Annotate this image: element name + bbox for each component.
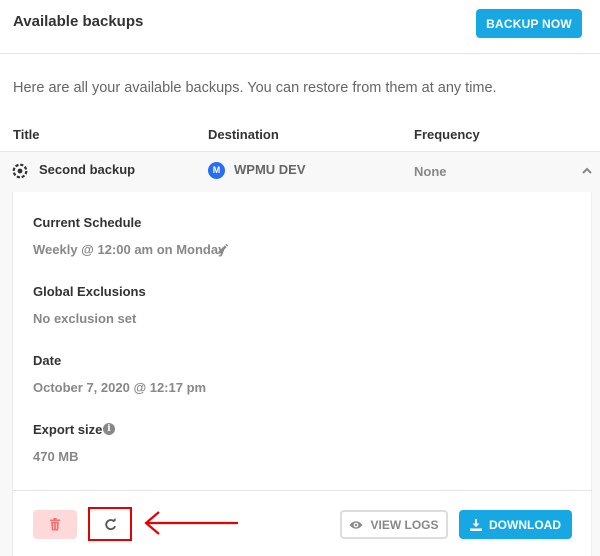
download-button[interactable]: DOWNLOAD bbox=[459, 510, 572, 539]
current-schedule-label: Current Schedule bbox=[33, 215, 142, 230]
delete-button[interactable] bbox=[33, 510, 77, 539]
download-label: DOWNLOAD bbox=[489, 517, 561, 532]
intro-text: Here are all your available backups. You… bbox=[13, 80, 497, 96]
column-header-frequency: Frequency bbox=[414, 127, 480, 142]
column-header-destination: Destination bbox=[208, 127, 279, 142]
info-icon[interactable]: i bbox=[103, 423, 115, 435]
backup-gear-icon bbox=[12, 163, 28, 179]
annotation-arrow bbox=[144, 511, 238, 535]
trash-icon bbox=[50, 518, 60, 531]
global-exclusions-value: No exclusion set bbox=[33, 311, 137, 326]
divider bbox=[12, 490, 592, 491]
restore-icon bbox=[104, 517, 116, 530]
export-size-value: 470 MB bbox=[33, 449, 79, 464]
pencil-icon[interactable] bbox=[216, 243, 229, 256]
backup-title: Second backup bbox=[39, 162, 136, 177]
wpmu-dev-icon: M bbox=[208, 162, 225, 179]
backup-now-button[interactable]: BACKUP NOW bbox=[476, 9, 582, 38]
page-title: Available backups bbox=[13, 13, 144, 30]
backup-row[interactable]: Second backup M WPMU DEV None bbox=[0, 152, 600, 192]
header: Available backups BACKUP NOW bbox=[0, 0, 600, 54]
eye-icon bbox=[349, 520, 363, 529]
backup-frequency: None bbox=[414, 164, 447, 179]
backup-destination: WPMU DEV bbox=[234, 162, 306, 177]
global-exclusions-label: Global Exclusions bbox=[33, 284, 146, 299]
export-size-label: Export size bbox=[33, 422, 103, 437]
column-header-title: Title bbox=[13, 127, 40, 142]
chevron-up-icon[interactable] bbox=[580, 164, 594, 178]
date-label: Date bbox=[33, 353, 62, 368]
current-schedule-value: Weekly @ 12:00 am on Monday bbox=[33, 242, 226, 257]
restore-button[interactable] bbox=[88, 507, 132, 541]
date-value: October 7, 2020 @ 12:17 pm bbox=[33, 380, 207, 395]
view-logs-label: VIEW LOGS bbox=[370, 517, 439, 532]
view-logs-button[interactable]: VIEW LOGS bbox=[340, 510, 448, 539]
download-icon bbox=[470, 518, 482, 531]
